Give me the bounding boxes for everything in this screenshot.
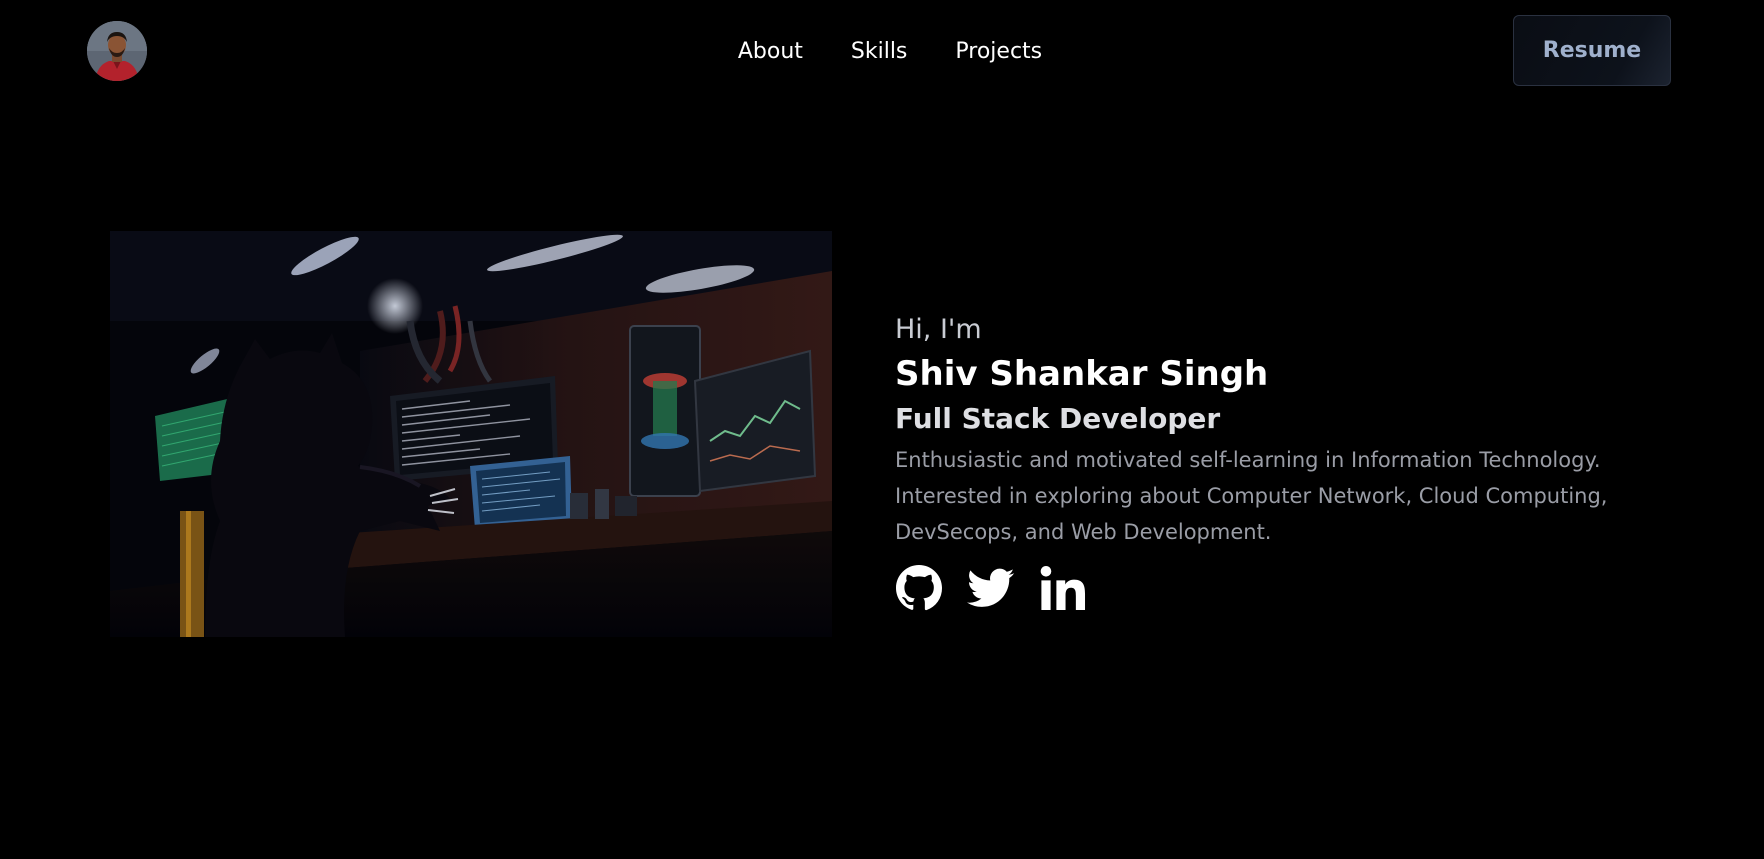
hero-illustration	[110, 231, 832, 637]
portfolio-page: About Skills Projects Resume Hi, I'm Shi…	[0, 0, 1764, 859]
nav-link-about[interactable]: About	[738, 36, 803, 68]
avatar[interactable]	[87, 21, 147, 81]
hero-bio: Enthusiastic and motivated self-learning…	[895, 448, 1608, 544]
hacker-desk-illustration	[110, 231, 832, 637]
hero-role: Full Stack Developer	[895, 402, 1221, 435]
hero-name: Shiv Shankar Singh	[895, 354, 1269, 394]
linkedin-icon	[1040, 566, 1086, 610]
greeting-text: Hi, I'm	[895, 314, 982, 345]
twitter-icon	[967, 568, 1015, 607]
top-navbar: About Skills Projects Resume	[0, 0, 1764, 106]
social-links	[895, 564, 1685, 612]
twitter-link[interactable]	[967, 564, 1015, 612]
main-nav: About Skills Projects	[0, 36, 1764, 68]
github-icon	[896, 565, 943, 611]
nav-link-projects[interactable]: Projects	[955, 36, 1042, 68]
nav-link-skills[interactable]: Skills	[851, 36, 908, 68]
github-link[interactable]	[895, 564, 943, 612]
avatar-image	[87, 21, 147, 81]
linkedin-link[interactable]	[1039, 564, 1087, 612]
hero-intro: Hi, I'm Shiv Shankar Singh Full Stack De…	[895, 310, 1685, 612]
resume-button[interactable]: Resume	[1513, 15, 1671, 86]
